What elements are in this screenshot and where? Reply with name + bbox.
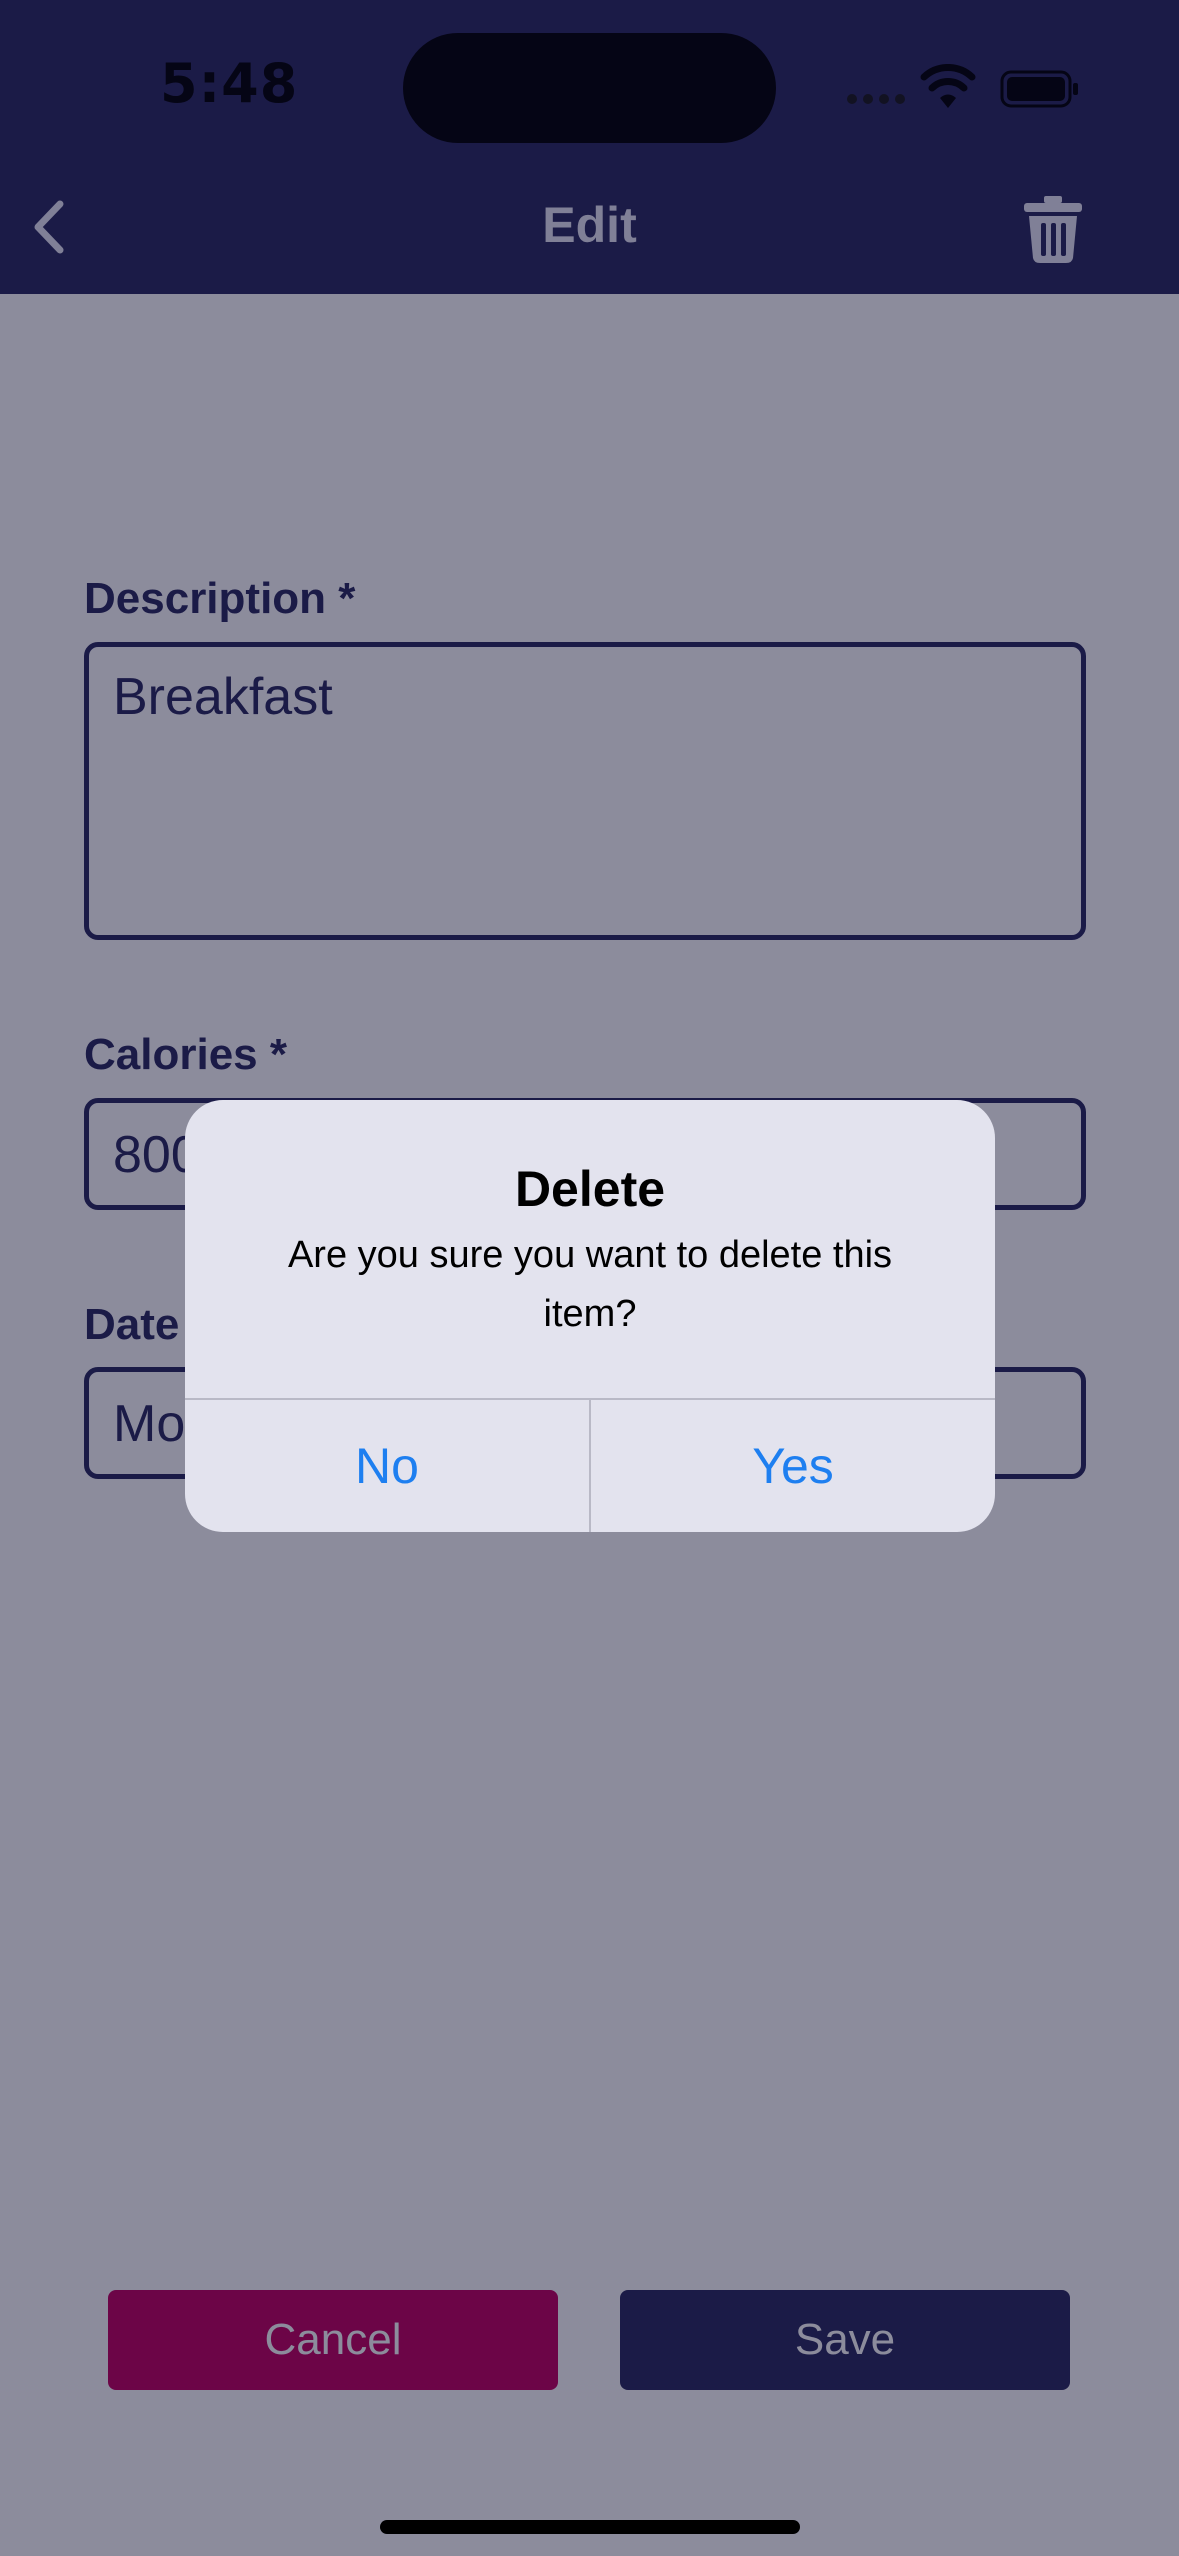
alert-message: Are you sure you want to delete this ite… xyxy=(287,1234,893,1335)
delete-alert: Delete Are you sure you want to delete t… xyxy=(185,1100,995,1532)
alert-title: Delete xyxy=(514,1161,666,1217)
edit-screen: 5:48 Edit Description * Breakfast Calori… xyxy=(0,0,1179,2556)
home-indicator xyxy=(380,2520,800,2534)
no-button[interactable]: No xyxy=(185,1400,589,1532)
yes-button[interactable]: Yes xyxy=(591,1400,995,1532)
